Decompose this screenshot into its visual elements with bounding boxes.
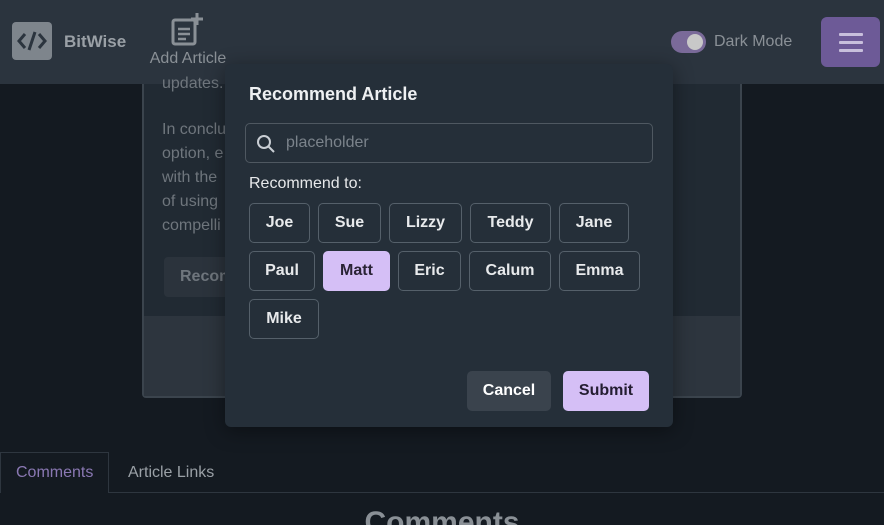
article-text-line: In conclu (162, 121, 227, 138)
person-button-matt[interactable]: Matt (323, 251, 390, 291)
brand-name[interactable]: BitWise (64, 32, 126, 52)
cancel-button[interactable]: Cancel (467, 371, 551, 411)
search-icon (257, 135, 275, 153)
article-text-line: updates. (162, 75, 224, 92)
dark-mode-label: Dark Mode (714, 33, 793, 50)
hamburger-icon[interactable] (821, 17, 880, 67)
person-button-paul[interactable]: Paul (249, 251, 315, 291)
article-text-line: option, e (162, 145, 224, 162)
article-text-line: of using (162, 193, 219, 210)
person-button-teddy[interactable]: Teddy (470, 203, 551, 243)
add-article-button[interactable]: Add Article (146, 12, 230, 74)
person-button-joe[interactable]: Joe (249, 203, 310, 243)
tab-comments[interactable]: Comments (0, 452, 110, 493)
recommend-to-label: Recommend to: (249, 175, 362, 192)
tab-article-links[interactable]: Article Links (113, 452, 229, 493)
article-text-line: compelli (162, 217, 221, 234)
comments-heading: Comments (364, 506, 520, 525)
person-button-emma[interactable]: Emma (559, 251, 640, 291)
modal-title: Recommend Article (249, 84, 418, 104)
submit-button[interactable]: Submit (563, 371, 649, 411)
person-button-jane[interactable]: Jane (559, 203, 629, 243)
person-button-sue[interactable]: Sue (318, 203, 381, 243)
search-field[interactable] (245, 123, 653, 163)
article-text-line: with the (162, 169, 218, 186)
toggle-knob (687, 34, 703, 50)
code-icon[interactable] (12, 22, 52, 60)
dark-mode-toggle[interactable] (671, 31, 706, 53)
add-document-icon (171, 13, 203, 46)
add-article-label: Add Article (149, 50, 227, 67)
search-input[interactable] (286, 124, 646, 162)
recommend-article-modal: Recommend Article Recommend to: Joe Sue … (225, 64, 673, 427)
person-button-eric[interactable]: Eric (398, 251, 461, 291)
article-tabs: Comments Article Links (0, 452, 884, 493)
person-button-calum[interactable]: Calum (469, 251, 551, 291)
person-button-mike[interactable]: Mike (249, 299, 319, 339)
person-button-lizzy[interactable]: Lizzy (389, 203, 462, 243)
